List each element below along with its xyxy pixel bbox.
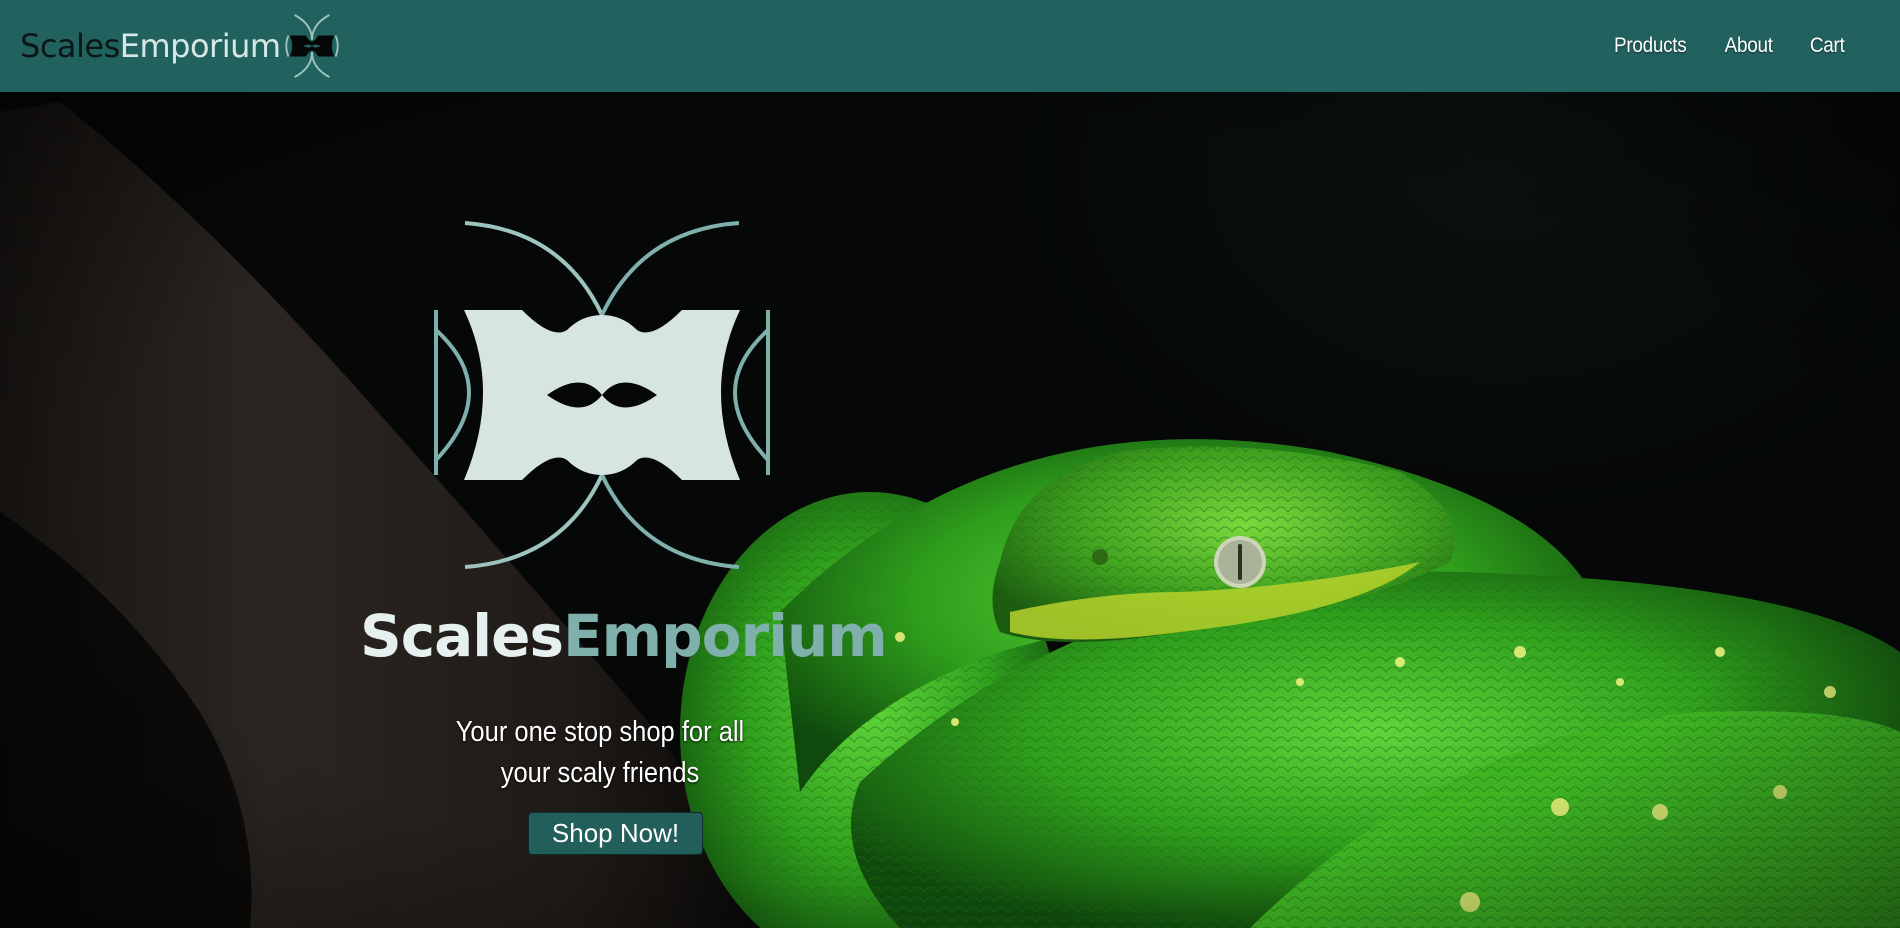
hero-section: ScalesEmporium Your one stop shop for al… [0,92,1900,928]
nav-products-link[interactable]: Products [1614,34,1687,58]
hero-title-part1: Scales [360,602,564,670]
hero-content: ScalesEmporium Your one stop shop for al… [360,92,888,928]
brand-wordmark: ScalesEmporium [20,27,281,65]
top-navbar: ScalesEmporium Products About Cart [0,0,1900,92]
brand-name-part2: Emporium [119,27,281,65]
main-nav: Products About Cart [1610,34,1846,58]
brand-logo-icon [284,14,339,78]
nav-about-link[interactable]: About [1725,34,1773,58]
hero-background-image [0,92,1900,928]
nav-cart-link[interactable]: Cart [1809,34,1844,58]
brand-home-link[interactable]: ScalesEmporium [20,0,343,92]
hero-tagline: Your one stop shop for all your scaly fr… [455,716,745,789]
hero-title-part2: Emporium [563,602,888,670]
hero-title: ScalesEmporium [360,602,888,670]
hero-logo-icon [434,221,770,569]
brand-name-part1: Scales [20,27,120,65]
shop-now-button[interactable]: Shop Now! [528,812,703,855]
